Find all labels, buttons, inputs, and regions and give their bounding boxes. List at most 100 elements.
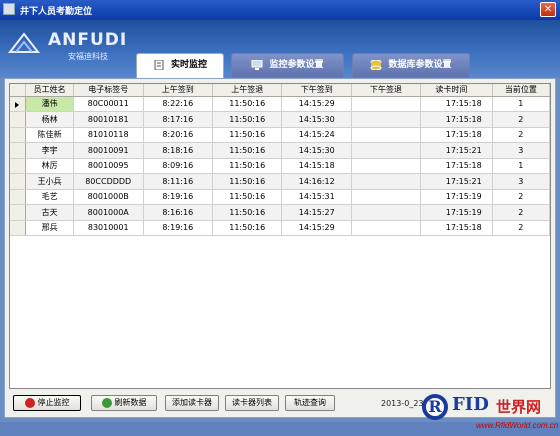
table-cell[interactable]: 11:50:16 — [212, 204, 283, 221]
table-cell[interactable]: 80010091 — [73, 142, 144, 159]
table-cell[interactable]: 8:16:16 — [143, 204, 213, 221]
tab-realtime-monitor[interactable]: 实时监控 — [136, 53, 224, 79]
table-cell[interactable]: 毛艺 — [25, 189, 74, 205]
col-header-name[interactable]: 员工姓名 — [25, 84, 74, 97]
table-cell[interactable]: 8:09:16 — [143, 158, 213, 174]
table-cell[interactable] — [351, 142, 422, 159]
table-cell[interactable]: 2 — [492, 204, 551, 221]
table-cell[interactable]: 17:15:21 — [420, 142, 493, 159]
table-cell[interactable]: 14:15:31 — [281, 189, 352, 205]
table-cell[interactable]: 11:50:16 — [212, 220, 283, 236]
table-cell[interactable]: 17:15:18 — [420, 127, 493, 143]
stop-monitor-button[interactable]: 停止监控 — [13, 395, 81, 411]
row-header[interactable] — [10, 158, 27, 174]
table-cell[interactable]: 8:11:16 — [143, 173, 213, 190]
table-cell[interactable]: 80CCDDDD — [73, 173, 144, 190]
reader-list-button[interactable]: 读卡器列表 — [225, 395, 279, 411]
col-header-pm-out[interactable]: 下午签退 — [351, 84, 422, 97]
table-cell[interactable]: 8:18:16 — [143, 142, 213, 159]
table-row[interactable]: 毛艺 8001000B 8:19:16 11:50:16 14:15:31 17:15:1… — [10, 189, 551, 205]
table-row[interactable]: 杨林 80010181 8:17:16 11:50:16 14:15:30 17:15:1… — [10, 111, 551, 128]
table-cell[interactable]: 8001000B — [73, 189, 144, 205]
row-header[interactable] — [10, 127, 27, 143]
table-cell[interactable]: 17:15:19 — [420, 189, 493, 205]
row-header[interactable] — [10, 111, 27, 128]
track-query-button[interactable]: 轨迹查询 — [285, 395, 335, 411]
table-cell[interactable]: 杨林 — [25, 111, 74, 128]
refresh-data-button[interactable]: 刷新数据 — [91, 395, 157, 411]
table-cell[interactable]: 14:15:29 — [281, 220, 352, 236]
table-cell[interactable]: 2 — [492, 111, 551, 128]
col-header-am-in[interactable]: 上午签到 — [143, 84, 213, 97]
table-cell[interactable]: 14:15:18 — [281, 158, 352, 174]
table-cell[interactable] — [351, 189, 422, 205]
table-cell[interactable]: 潘伟 — [25, 96, 74, 112]
table-cell[interactable]: 17:15:18 — [420, 111, 493, 128]
table-cell[interactable]: 2 — [492, 220, 551, 236]
table-cell[interactable]: 11:50:16 — [212, 173, 283, 190]
close-button[interactable]: ✕ — [540, 2, 556, 17]
attendance-grid[interactable]: 员工姓名 电子标签号 上午签到 上午签退 下午签到 下午签退 读卡时间 当前位置… — [9, 83, 551, 389]
table-cell[interactable]: 8:19:16 — [143, 189, 213, 205]
table-cell[interactable]: 17:15:18 — [420, 96, 493, 112]
table-cell[interactable]: 80C00011 — [73, 96, 144, 112]
table-cell[interactable] — [351, 111, 422, 128]
row-header[interactable] — [10, 142, 27, 159]
table-cell[interactable]: 11:50:16 — [212, 96, 283, 112]
table-row[interactable]: 古天 8001000A 8:16:16 11:50:16 14:15:27 17:15:1… — [10, 204, 551, 221]
table-cell[interactable]: 14:15:30 — [281, 142, 352, 159]
table-row[interactable]: 陈佳新 81010118 8:20:16 11:50:16 14:15:24 17:15:… — [10, 127, 551, 143]
table-cell[interactable]: 8:19:16 — [143, 220, 213, 236]
table-cell[interactable]: 17:15:21 — [420, 173, 493, 190]
table-cell[interactable]: 14:15:24 — [281, 127, 352, 143]
tab-monitor-settings[interactable]: 监控参数设置 — [231, 53, 344, 78]
row-header[interactable] — [10, 189, 27, 205]
table-cell[interactable]: 11:50:16 — [212, 189, 283, 205]
table-cell[interactable]: 1 — [492, 158, 551, 174]
table-cell[interactable] — [351, 158, 422, 174]
table-cell[interactable]: 11:50:16 — [212, 158, 283, 174]
col-header-tag[interactable]: 电子标签号 — [73, 84, 144, 97]
table-cell[interactable] — [351, 127, 422, 143]
table-cell[interactable]: 古天 — [25, 204, 74, 221]
row-header[interactable] — [10, 96, 27, 112]
col-header-read-time[interactable]: 读卡时间 — [420, 84, 493, 97]
table-cell[interactable]: 8:20:16 — [143, 127, 213, 143]
table-cell[interactable]: 林厉 — [25, 158, 74, 174]
table-cell[interactable]: 14:16:12 — [281, 173, 352, 190]
table-cell[interactable]: 8:22:16 — [143, 96, 213, 112]
table-row[interactable]: 李宇 80010091 8:18:16 11:50:16 14:15:30 17:15:2… — [10, 142, 551, 159]
col-header-position[interactable]: 当前位置 — [492, 84, 551, 97]
table-cell[interactable]: 8001000A — [73, 204, 144, 221]
table-row[interactable]: 邢兵 83010001 8:19:16 11:50:16 14:15:29 17:15:1… — [10, 220, 551, 236]
table-cell[interactable]: 17:15:19 — [420, 204, 493, 221]
table-cell[interactable]: 14:15:30 — [281, 111, 352, 128]
table-cell[interactable]: 2 — [492, 189, 551, 205]
row-header[interactable] — [10, 204, 27, 221]
table-row[interactable]: 王小兵 80CCDDDD 8:11:16 11:50:16 14:16:12 17:15:… — [10, 173, 551, 190]
table-cell[interactable]: 14:15:27 — [281, 204, 352, 221]
table-row[interactable]: 潘伟 80C00011 8:22:16 11:50:16 14:15:29 17:15:1… — [10, 96, 551, 112]
table-cell[interactable]: 83010001 — [73, 220, 144, 236]
table-cell[interactable]: 王小兵 — [25, 173, 74, 190]
table-cell[interactable]: 李宇 — [25, 142, 74, 159]
table-cell[interactable]: 14:15:29 — [281, 96, 352, 112]
table-cell[interactable] — [351, 204, 422, 221]
table-cell[interactable]: 3 — [492, 142, 551, 159]
table-cell[interactable]: 1 — [492, 96, 551, 112]
row-header[interactable] — [10, 173, 27, 190]
row-header[interactable] — [10, 220, 27, 236]
tab-database-settings[interactable]: 数据库参数设置 — [352, 53, 470, 78]
table-cell[interactable]: 11:50:16 — [212, 142, 283, 159]
table-cell[interactable]: 陈佳新 — [25, 127, 74, 143]
table-cell[interactable]: 80010095 — [73, 158, 144, 174]
table-cell[interactable] — [351, 173, 422, 190]
table-cell[interactable]: 3 — [492, 173, 551, 190]
table-cell[interactable] — [351, 220, 422, 236]
add-reader-button[interactable]: 添加读卡器 — [165, 395, 219, 411]
col-header-pm-in[interactable]: 下午签到 — [281, 84, 352, 97]
table-cell[interactable]: 11:50:16 — [212, 127, 283, 143]
table-cell[interactable] — [351, 96, 422, 112]
table-cell[interactable]: 8:17:16 — [143, 111, 213, 128]
table-cell[interactable]: 80010181 — [73, 111, 144, 128]
